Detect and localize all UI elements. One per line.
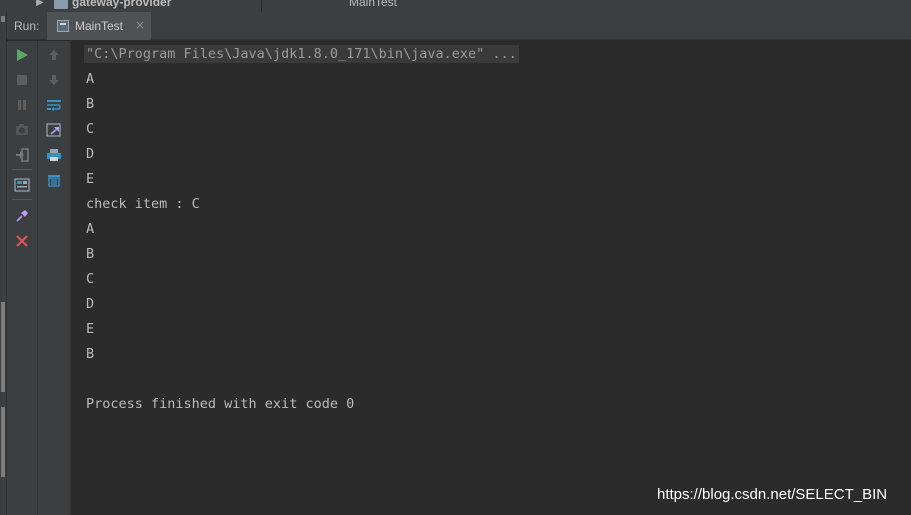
toolbar-separator [12,199,32,200]
scroll-to-end-icon [46,123,61,137]
scroll-down-button[interactable] [44,70,64,90]
clear-all-button[interactable] [44,170,64,190]
print-icon [47,149,61,161]
run-toolbar-secondary [38,41,71,515]
console-line: A [86,221,95,237]
console-line: D [86,146,95,162]
console-line: B [86,96,95,112]
scroll-down-icon [49,75,59,85]
console-line: A [86,71,95,87]
run-tab-maintest[interactable]: MainTest × [47,12,151,40]
pause-button[interactable] [12,95,32,115]
stop-icon [17,75,27,85]
watermark: https://blog.csdn.net/SELECT_BIN [657,486,888,503]
pause-icon [18,100,26,110]
stop-button[interactable] [12,70,32,90]
clear-all-icon [48,175,60,187]
console-line: Process finished with exit code 0 [86,396,355,412]
project-tree-panel: ▶ gateway-provider [8,0,262,12]
scroll-to-end-button[interactable] [44,120,64,140]
soft-wrap-button[interactable] [44,95,64,115]
exit-icon [16,148,29,162]
toolbar-separator [12,169,32,170]
print-button[interactable] [44,145,64,165]
run-tab-label: MainTest [75,19,124,33]
pin-button[interactable] [12,206,32,226]
editor-tab-maintest[interactable]: MainTest [349,0,397,9]
console-line: D [86,296,95,312]
exit-button[interactable] [12,145,32,165]
side-strip-mark [1,407,5,477]
run-toolbar-primary [7,41,38,515]
scroll-up-icon [49,50,59,60]
side-strip-mark [1,302,5,392]
console-output[interactable]: "C:\Program Files\Java\jdk1.8.0_171\bin\… [71,41,911,515]
console-command-line: "C:\Program Files\Java\jdk1.8.0_171\bin\… [84,45,519,63]
rerun-icon [17,49,28,61]
tab-close-icon[interactable]: × [135,18,145,32]
console-line: check item : C [86,196,200,212]
console-line: B [86,346,95,362]
side-strip-mark [1,16,5,22]
console-line: B [86,246,95,262]
dump-threads-button[interactable] [12,120,32,140]
console-line: E [86,171,95,187]
console-line: C [86,271,95,287]
console-line: E [86,321,95,337]
pin-icon [16,210,28,222]
run-panel-header: Run: MainTest × [7,12,911,40]
console-line: C [86,121,95,137]
ide-side-strip [0,12,7,515]
layout-button[interactable] [12,175,32,195]
soft-wrap-icon [47,100,61,111]
layout-icon [14,178,30,192]
close-icon [16,235,28,247]
dump-threads-icon [16,124,28,135]
rerun-button[interactable] [12,45,32,65]
run-panel-title: Run: [14,19,40,33]
project-tree-strip: ▶ gateway-provider MainTest [0,0,911,12]
folder-icon [54,0,68,9]
scroll-up-button[interactable] [44,45,64,65]
tree-item-gateway-provider[interactable]: gateway-provider [72,0,171,9]
run-config-icon [57,20,69,32]
expand-arrow-icon[interactable]: ▶ [36,0,44,8]
close-button[interactable] [12,231,32,251]
